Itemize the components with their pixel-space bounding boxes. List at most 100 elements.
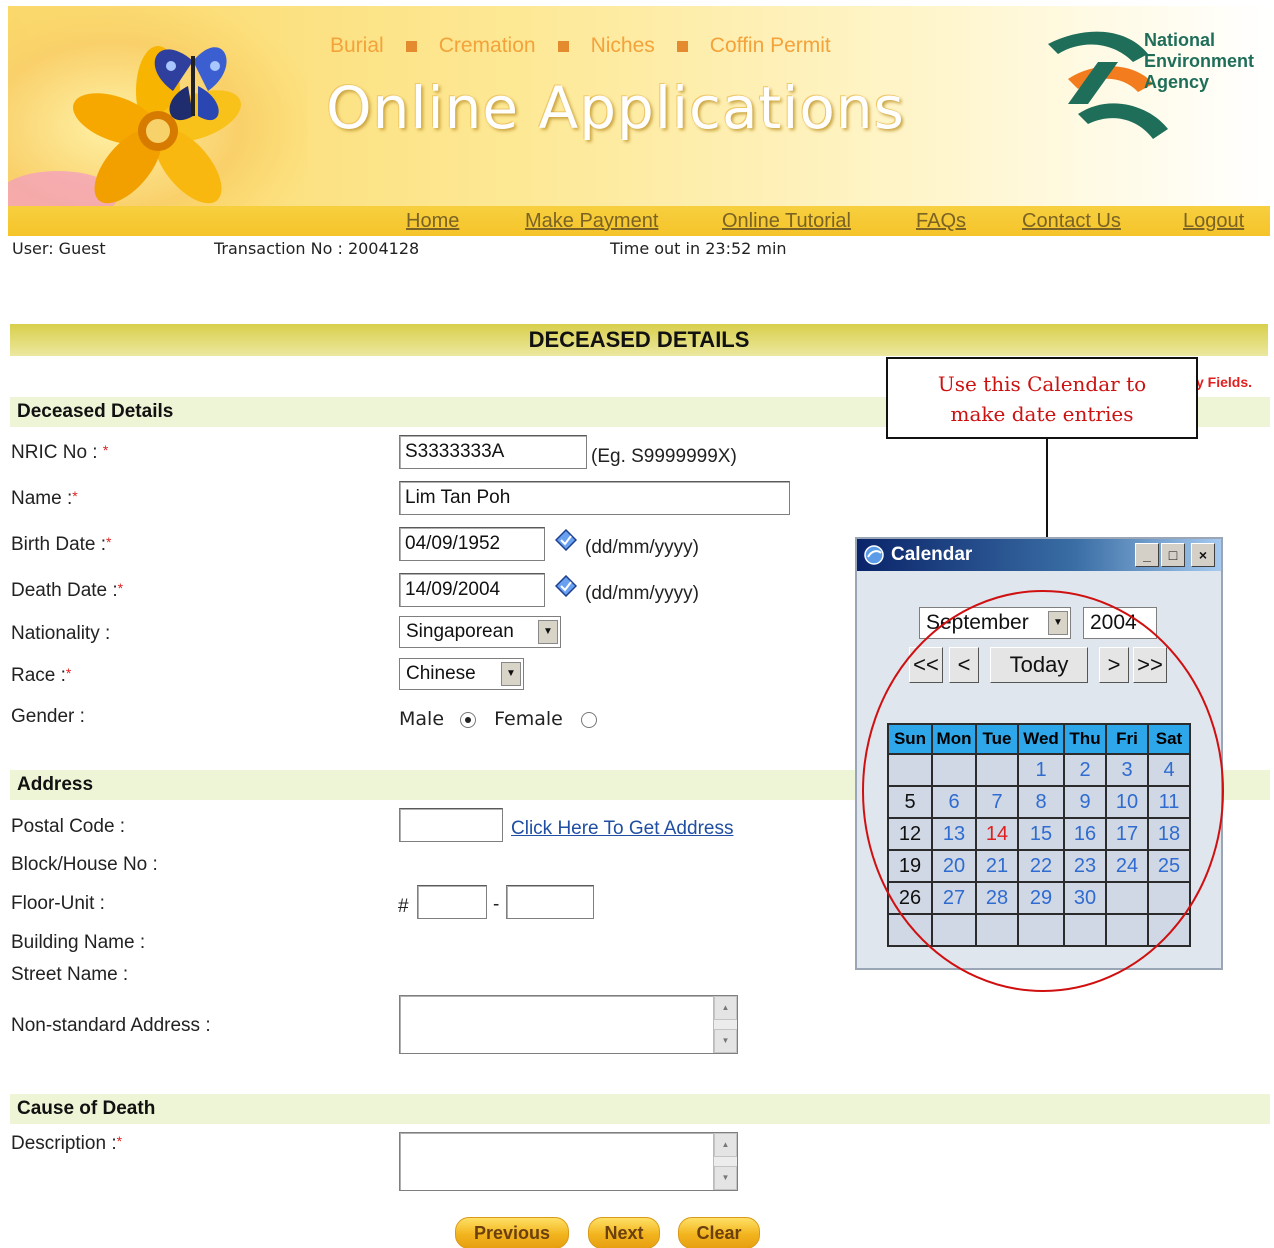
postal-code-label: Postal Code : [11,816,126,837]
agency-line-2: Environment [1144,51,1255,71]
cremation-link[interactable]: Cremation [439,34,536,58]
nav-contact-us[interactable]: Contact Us [1022,210,1121,233]
calendar-day-28[interactable]: 28 [975,881,1019,915]
required-mark: * [116,1133,123,1149]
calendar-day-14[interactable]: 14 [975,817,1019,851]
calendar-week-row: 12 13 14 15 16 17 18 [887,817,1191,851]
floor-prefix: # [398,896,409,917]
nav-faqs[interactable]: FAQs [916,210,966,233]
textarea-scrollbar[interactable]: ▲ ▼ [713,1133,737,1190]
calendar-day-7[interactable]: 7 [975,785,1019,819]
calendar-day-24[interactable]: 24 [1105,849,1149,883]
name-input[interactable]: Lim Tan Poh [399,481,790,515]
scroll-down-arrow-icon[interactable]: ▼ [714,1029,737,1053]
calendar-day-5[interactable]: 5 [887,785,933,819]
nationality-select[interactable]: Singaporean ▼ [399,616,561,648]
floor-input[interactable] [417,885,487,919]
nav-home[interactable]: Home [406,210,459,233]
page-title: DECEASED DETAILS [10,324,1268,356]
textarea-scrollbar[interactable]: ▲ ▼ [713,996,737,1053]
calendar-empty-cell [1147,881,1191,915]
minimize-icon[interactable]: _ [1135,543,1159,567]
calendar-day-30[interactable]: 30 [1063,881,1107,915]
calendar-day-22[interactable]: 22 [1017,849,1065,883]
block-house-label: Block/House No : [11,854,158,875]
nric-input[interactable]: S3333333A [399,435,587,469]
calendar-day-23[interactable]: 23 [1063,849,1107,883]
calendar-day-29[interactable]: 29 [1017,881,1065,915]
scroll-up-arrow-icon[interactable]: ▲ [714,1133,737,1157]
next-month-button[interactable]: > [1099,647,1129,683]
previous-button[interactable]: Previous [455,1217,569,1248]
month-select[interactable]: September ▼ [919,607,1071,639]
year-input[interactable]: 2004 [1083,607,1157,639]
month-selected-value: September [926,611,1029,634]
niches-link[interactable]: Niches [591,34,655,58]
nav-logout[interactable]: Logout [1183,210,1244,233]
calendar-day-6[interactable]: 6 [931,785,977,819]
today-button[interactable]: Today [990,647,1088,683]
calendar-annotation-callout: Use this Calendar to make date entries [886,357,1198,439]
next-button[interactable]: Next [588,1217,660,1248]
calendar-day-8[interactable]: 8 [1017,785,1065,819]
separator-square [405,40,417,52]
calendar-day-17[interactable]: 17 [1105,817,1149,851]
maximize-icon[interactable]: □ [1161,543,1185,567]
non-standard-address-textarea[interactable]: ▲ ▼ [399,995,738,1054]
calendar-titlebar[interactable]: Calendar _ □ × [857,539,1221,571]
calendar-grid: Sun Mon Tue Wed Thu Fri Sat 1 2 3 4 5 6 7 8 9 10 11 12 13 1… [887,723,1191,947]
scroll-down-arrow-icon[interactable]: ▼ [714,1166,737,1190]
scroll-up-arrow-icon[interactable]: ▲ [714,996,737,1020]
next-year-button[interactable]: >> [1133,647,1167,683]
calendar-empty-cell [1105,881,1149,915]
calendar-day-18[interactable]: 18 [1147,817,1191,851]
required-mark: * [106,534,112,550]
coffin-permit-link[interactable]: Coffin Permit [710,34,831,58]
calendar-day-4[interactable]: 4 [1147,753,1191,787]
prev-year-button[interactable]: << [909,647,943,683]
calendar-day-11[interactable]: 11 [1147,785,1191,819]
race-select[interactable]: Chinese ▼ [399,658,524,690]
clear-button[interactable]: Clear [678,1217,760,1248]
calendar-empty-cell [887,913,933,947]
calendar-day-9[interactable]: 9 [1063,785,1107,819]
calendar-day-12[interactable]: 12 [887,817,933,851]
calendar-empty-cell [975,913,1019,947]
gender-male-radio[interactable] [460,711,477,728]
calendar-day-25[interactable]: 25 [1147,849,1191,883]
calendar-day-19[interactable]: 19 [887,849,933,883]
transaction-number: Transaction No : 2004128 [214,239,420,258]
floor-unit-label: Floor-Unit : [11,893,105,914]
nav-online-tutorial[interactable]: Online Tutorial [722,210,851,233]
description-textarea[interactable]: ▲ ▼ [399,1132,738,1191]
calendar-day-2[interactable]: 2 [1063,753,1107,787]
calendar-week-row [887,913,1191,947]
death-date-input[interactable]: 14/09/2004 [399,573,545,607]
weekday-fri: Fri [1105,723,1149,755]
calendar-picker-icon[interactable] [555,575,577,597]
gender-male-label: Male [399,708,445,730]
calendar-day-13[interactable]: 13 [931,817,977,851]
unit-input[interactable] [506,885,594,919]
calendar-day-26[interactable]: 26 [887,881,933,915]
nav-make-payment[interactable]: Make Payment [525,210,658,233]
calendar-picker-icon[interactable] [555,529,577,551]
burial-link[interactable]: Burial [330,34,384,58]
calendar-day-15[interactable]: 15 [1017,817,1065,851]
postal-code-input[interactable] [399,808,503,842]
calendar-day-21[interactable]: 21 [975,849,1019,883]
calendar-day-10[interactable]: 10 [1105,785,1149,819]
prev-month-button[interactable]: < [949,647,979,683]
close-icon[interactable]: × [1191,543,1215,567]
gender-female-radio[interactable] [580,711,597,728]
mandatory-fields-note: y Fields. [1196,374,1253,390]
calendar-day-1[interactable]: 1 [1017,753,1065,787]
calendar-day-27[interactable]: 27 [931,881,977,915]
agency-name: National Environment Agency [1144,30,1254,93]
calendar-day-16[interactable]: 16 [1063,817,1107,851]
calendar-day-3[interactable]: 3 [1105,753,1149,787]
birth-date-input[interactable]: 04/09/1952 [399,527,545,561]
calendar-day-20[interactable]: 20 [931,849,977,883]
calendar-popup-window: Calendar _ □ × September ▼ 2004 << < Tod… [855,537,1223,970]
get-address-link[interactable]: Click Here To Get Address [511,818,733,840]
